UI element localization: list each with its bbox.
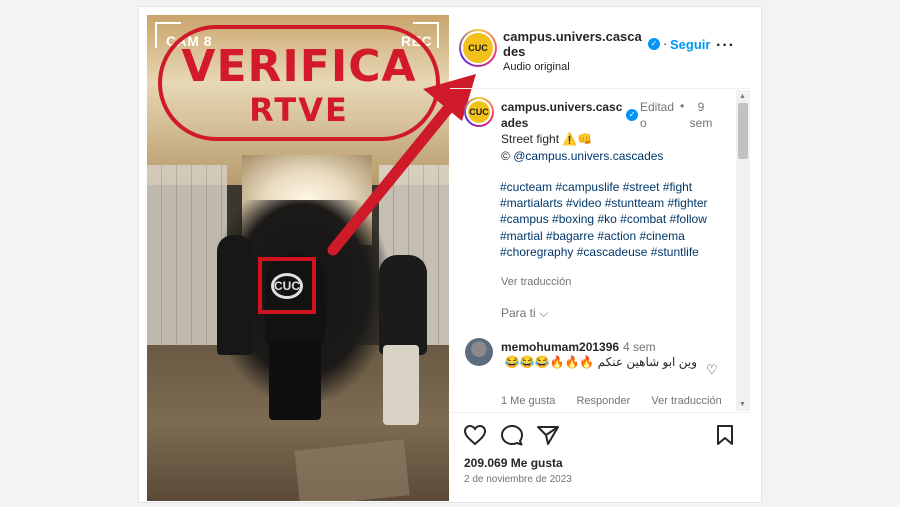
see-translation-link[interactable]: Ver traducción bbox=[501, 276, 571, 288]
comment-see-translation[interactable]: Ver traducción bbox=[651, 395, 721, 407]
hashtag-link[interactable]: #choregraphy bbox=[500, 245, 573, 259]
hashtag-link[interactable]: #boxing bbox=[552, 212, 594, 226]
caption-credit: © @campus.univers.cascades bbox=[501, 148, 663, 164]
cuc-logo-icon: CUC bbox=[463, 33, 493, 63]
comment-username[interactable]: memohumam201396 bbox=[501, 340, 619, 354]
profile-avatar[interactable]: CUC bbox=[459, 29, 497, 67]
edited-label: Editado bbox=[640, 100, 675, 130]
caption-text: Street fight ⚠️👊 bbox=[501, 132, 593, 146]
hashtag-link[interactable]: #campuslife bbox=[555, 180, 619, 194]
hashtag-link[interactable]: #fighter bbox=[667, 196, 707, 210]
comment-like-heart-icon[interactable]: ♡ bbox=[706, 362, 718, 378]
follow-button[interactable]: Seguir bbox=[670, 37, 710, 52]
reply-button[interactable]: Responder bbox=[576, 395, 630, 407]
hashtag-link[interactable]: #stuntlife bbox=[651, 245, 699, 259]
separator-dot: · bbox=[663, 36, 668, 51]
scrollbar-thumb[interactable] bbox=[738, 103, 748, 159]
scroll-down-arrow-icon[interactable]: ▼ bbox=[739, 401, 746, 408]
more-horizontal-icon[interactable]: ··· bbox=[716, 37, 735, 55]
hashtag-link[interactable]: #cucteam bbox=[500, 180, 552, 194]
hashtag-link[interactable]: #cinema bbox=[639, 229, 684, 243]
verified-badge-icon: ✓ bbox=[648, 38, 660, 50]
hashtag-link[interactable]: #follow bbox=[670, 212, 707, 226]
separator-dot: • bbox=[680, 99, 685, 113]
hashtag-link[interactable]: #fight bbox=[663, 180, 692, 194]
comment-text: وين ابو شاهين عنكم 🔥🔥🔥😂😂😂 bbox=[504, 355, 697, 369]
caption-username[interactable]: campus.univers.cascades bbox=[501, 99, 625, 131]
for-you-label: Para ti bbox=[501, 306, 536, 320]
header-username[interactable]: campus.univers.cascades bbox=[503, 29, 645, 59]
comments-scrollbar[interactable]: ▲ ▼ bbox=[736, 90, 750, 411]
for-you-toggle[interactable]: Para ti ⌵ bbox=[501, 306, 548, 321]
post-date: 2 de noviembre de 2023 bbox=[464, 474, 572, 485]
chevron-down-icon: ⌵ bbox=[539, 306, 549, 320]
comment-avatar[interactable] bbox=[465, 338, 493, 366]
hashtag-list: #cucteam #campuslife #street #fight #mar… bbox=[500, 179, 730, 260]
verified-badge-icon: ✓ bbox=[626, 109, 638, 121]
caption-time: 9 sem bbox=[689, 100, 713, 130]
like-heart-icon[interactable] bbox=[463, 424, 487, 446]
hashtag-link[interactable]: #stuntteam bbox=[605, 196, 664, 210]
hashtag-link[interactable]: #video bbox=[566, 196, 601, 210]
share-paper-plane-icon[interactable] bbox=[536, 424, 560, 446]
hashtag-link[interactable]: #action bbox=[597, 229, 636, 243]
likes-count[interactable]: 209.069 Me gusta bbox=[464, 456, 563, 470]
save-bookmark-icon[interactable] bbox=[714, 424, 736, 446]
hashtag-link[interactable]: #combat bbox=[620, 212, 666, 226]
hashtag-link[interactable]: #campus bbox=[500, 212, 549, 226]
comment-likes[interactable]: 1 Me gusta bbox=[501, 395, 555, 407]
audio-link[interactable]: Audio original bbox=[503, 61, 570, 73]
scroll-up-arrow-icon[interactable]: ▲ bbox=[739, 93, 746, 100]
comment-time: 4 sem bbox=[623, 340, 656, 354]
hashtag-link[interactable]: #ko bbox=[597, 212, 616, 226]
cuc-logo-icon: CUC bbox=[468, 101, 490, 123]
hashtag-link[interactable]: #martial bbox=[500, 229, 543, 243]
caption-avatar[interactable]: CUC bbox=[464, 97, 494, 127]
hashtag-link[interactable]: #martialarts bbox=[500, 196, 563, 210]
hashtag-link[interactable]: #street bbox=[623, 180, 660, 194]
hashtag-link[interactable]: #cascadeuse bbox=[577, 245, 648, 259]
comment-actions: 1 Me gusta Responder Ver traducción bbox=[501, 395, 740, 407]
comment-bubble-icon[interactable] bbox=[500, 424, 524, 446]
hashtag-link[interactable]: #bagarre bbox=[546, 229, 594, 243]
copyright-symbol: © bbox=[501, 149, 510, 163]
credit-handle-link[interactable]: @campus.univers.cascades bbox=[513, 149, 663, 163]
